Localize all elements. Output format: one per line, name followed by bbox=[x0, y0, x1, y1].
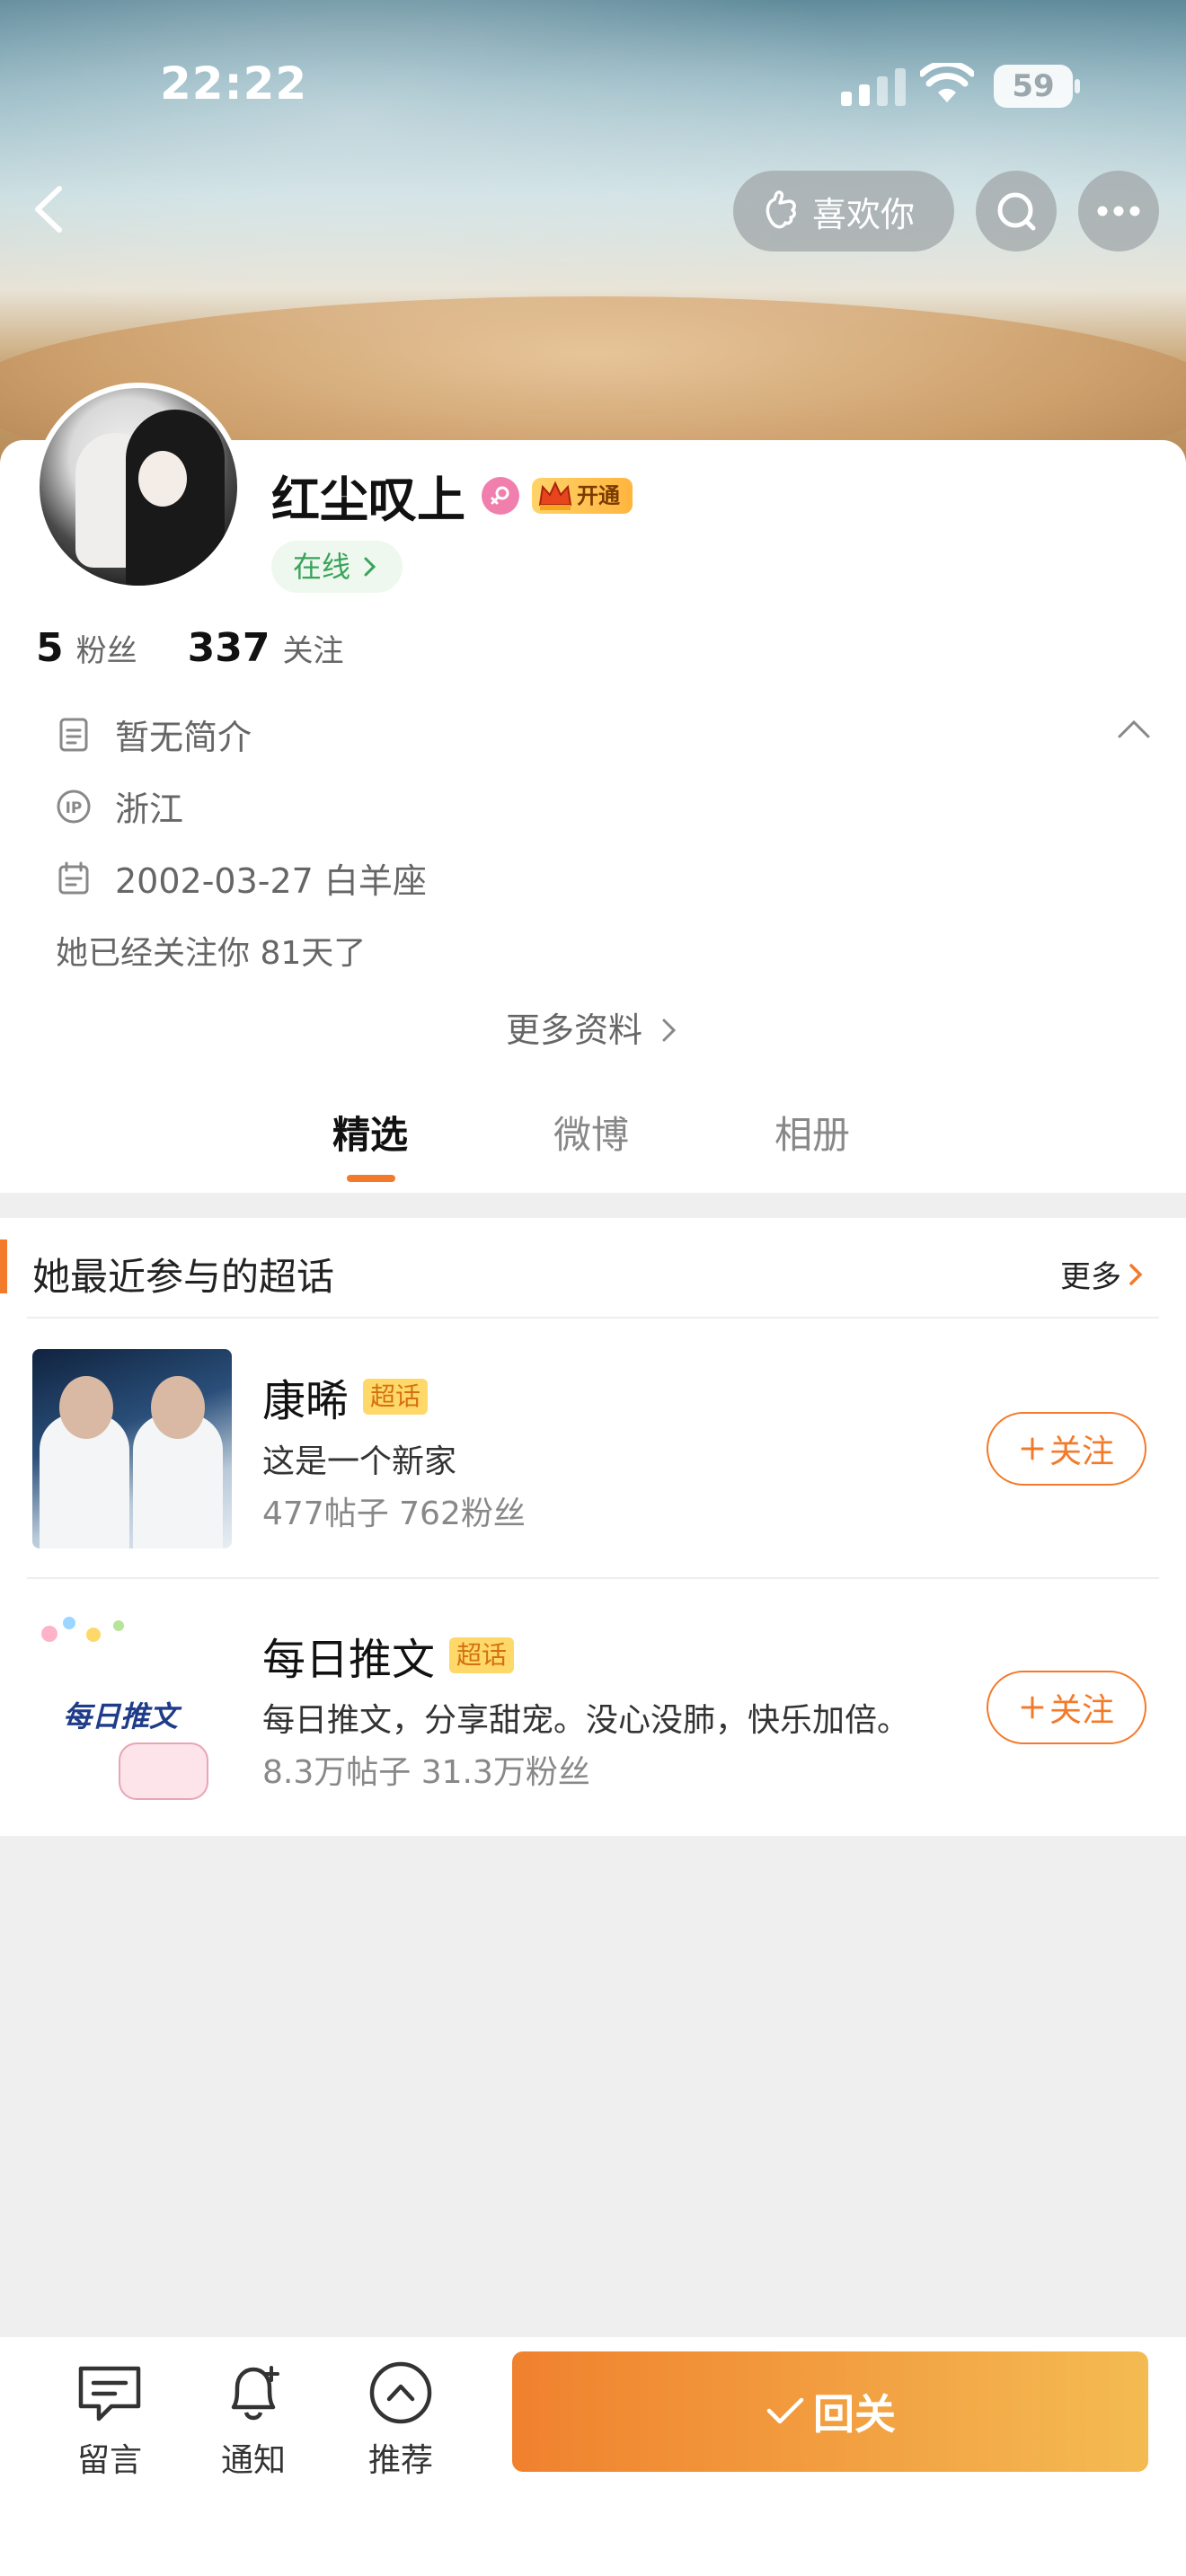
status-bar: 22:22 59 bbox=[0, 0, 1186, 171]
birthday-row: 2002-03-27 白羊座 bbox=[56, 853, 427, 903]
thumb-decoration bbox=[86, 1628, 101, 1642]
recommend-label: 推荐 bbox=[367, 2442, 433, 2479]
document-icon bbox=[59, 718, 88, 751]
chevron-right-icon bbox=[1129, 1263, 1143, 1285]
tab-featured[interactable]: 精选 bbox=[332, 1105, 408, 1160]
topic-name: 康晞 bbox=[262, 1376, 350, 1426]
more-options-button[interactable] bbox=[1078, 171, 1159, 251]
ip-location-text: 浙江 bbox=[115, 790, 184, 829]
follow-back-label: 回关 bbox=[813, 2390, 896, 2439]
thumb-decoration bbox=[41, 1626, 58, 1642]
bio-text: 暂无简介 bbox=[115, 718, 252, 757]
chevron-right-icon bbox=[364, 557, 376, 577]
bio-row: 暂无简介 bbox=[56, 710, 252, 759]
bottom-action-bar: 留言 通知 推荐 回关 bbox=[0, 2337, 1186, 2576]
bell-plus-icon bbox=[231, 2366, 279, 2421]
topic-description: 每日推文，分享甜宠。没心没肺，快乐加倍。 bbox=[262, 1702, 910, 1739]
message-button[interactable]: 留言 bbox=[56, 2359, 164, 2481]
follow-back-button[interactable]: 回关 bbox=[512, 2351, 1148, 2472]
search-button[interactable] bbox=[976, 171, 1057, 251]
back-arrow-icon[interactable] bbox=[20, 178, 83, 241]
thumb-title-text: 每日推文 bbox=[63, 1699, 179, 1734]
online-label: 在线 bbox=[293, 550, 351, 584]
topic-stats: 477帖子 762粉丝 bbox=[262, 1495, 526, 1532]
checkmark-icon bbox=[766, 2397, 804, 2424]
follow-days-text: 她已经关注你 81天了 bbox=[56, 935, 367, 972]
super-topics-section: 她最近参与的超话 更多 康晞 超话 这是一个新家 477帖子 762粉丝 关注 … bbox=[0, 1218, 1186, 1836]
plus-icon bbox=[1021, 1696, 1044, 1719]
follow-topic-button[interactable]: 关注 bbox=[987, 1412, 1146, 1486]
thumb-decoration bbox=[63, 1617, 75, 1629]
ellipsis-icon bbox=[1097, 206, 1140, 216]
notify-button[interactable]: 通知 bbox=[199, 2359, 307, 2481]
ip-location-icon: IP bbox=[57, 790, 91, 823]
topic-name: 每日推文 bbox=[262, 1635, 436, 1685]
cellular-signal-icon bbox=[841, 68, 906, 106]
thumb-cat-illustration bbox=[119, 1742, 208, 1800]
plus-icon bbox=[1021, 1437, 1044, 1460]
search-icon bbox=[997, 192, 1036, 231]
profile-tabs: 精选 微博 相册 bbox=[0, 1105, 1186, 1191]
vip-open-badge[interactable]: 开通 bbox=[532, 477, 633, 514]
like-you-button[interactable]: 喜欢你 bbox=[733, 171, 954, 251]
female-icon bbox=[482, 476, 519, 515]
super-topics-header: 她最近参与的超话 更多 bbox=[0, 1218, 1186, 1317]
tab-indicator bbox=[347, 1175, 395, 1182]
hand-heart-icon bbox=[766, 190, 796, 229]
chevron-up-icon[interactable] bbox=[1114, 715, 1154, 742]
battery-tip bbox=[1075, 79, 1080, 93]
thumb-head bbox=[59, 1376, 113, 1439]
thumb-decoration bbox=[113, 1620, 124, 1631]
super-topics-title: 她最近参与的超话 bbox=[32, 1255, 335, 1299]
topic-thumbnail bbox=[32, 1349, 232, 1548]
avatar-face bbox=[138, 451, 187, 507]
follow-label: 关注 bbox=[1049, 1692, 1114, 1729]
wifi-icon bbox=[920, 63, 974, 102]
chevron-right-icon bbox=[662, 1019, 677, 1042]
topic-thumbnail: 每日推文 bbox=[32, 1608, 232, 1807]
list-item[interactable]: 康晞 超话 这是一个新家 477帖子 762粉丝 关注 bbox=[0, 1319, 1186, 1577]
more-info-link[interactable]: 更多资料 bbox=[0, 1002, 1186, 1052]
username: 红尘叹上 bbox=[271, 472, 465, 528]
super-topic-tag: 超话 bbox=[363, 1379, 429, 1415]
like-you-label: 喜欢你 bbox=[812, 194, 916, 234]
topic-name-row: 每日推文 超话 bbox=[262, 1624, 515, 1687]
following-label[interactable]: 关注 bbox=[282, 626, 343, 670]
section-accent-bar bbox=[0, 1239, 7, 1293]
calendar-icon bbox=[58, 861, 89, 894]
message-icon bbox=[78, 2366, 141, 2422]
more-info-label: 更多资料 bbox=[505, 1010, 642, 1050]
follow-counts: 5 粉丝 337 关注 bbox=[36, 625, 394, 671]
vip-open-label: 开通 bbox=[577, 482, 620, 508]
online-status-pill[interactable]: 在线 bbox=[271, 541, 403, 593]
recommend-button[interactable]: 推荐 bbox=[347, 2359, 455, 2481]
topic-stats: 8.3万帖子 31.3万粉丝 bbox=[262, 1754, 590, 1791]
fans-count[interactable]: 5 bbox=[36, 625, 64, 671]
follow-topic-button[interactable]: 关注 bbox=[987, 1671, 1146, 1744]
following-count[interactable]: 337 bbox=[188, 625, 270, 671]
birthday-text: 2002-03-27 白羊座 bbox=[115, 861, 427, 901]
svg-text:IP: IP bbox=[66, 799, 83, 817]
notify-label: 通知 bbox=[220, 2442, 286, 2479]
super-topic-tag: 超话 bbox=[449, 1637, 515, 1673]
message-label: 留言 bbox=[76, 2442, 142, 2479]
avatar[interactable] bbox=[34, 383, 243, 591]
thumb-head bbox=[151, 1376, 205, 1439]
list-item[interactable]: 每日推文 每日推文 超话 每日推文，分享甜宠。没心没肺，快乐加倍。 8.3万帖子… bbox=[0, 1577, 1186, 1836]
topic-name-row: 康晞 超话 bbox=[262, 1365, 429, 1428]
crown-icon bbox=[538, 481, 572, 510]
super-topics-more-link[interactable]: 更多 bbox=[1060, 1252, 1146, 1296]
status-time: 22:22 bbox=[160, 57, 308, 110]
follow-label: 关注 bbox=[1049, 1434, 1114, 1470]
chevron-up-circle-icon bbox=[369, 2361, 432, 2424]
ip-location-row: IP 浙江 bbox=[56, 781, 183, 831]
battery-indicator: 59 bbox=[994, 65, 1073, 108]
name-row: 红尘叹上 开通 bbox=[271, 460, 633, 531]
topic-description: 这是一个新家 bbox=[262, 1443, 457, 1480]
fans-label[interactable]: 粉丝 bbox=[76, 626, 137, 670]
tab-album[interactable]: 相册 bbox=[774, 1105, 850, 1160]
more-label: 更多 bbox=[1060, 1259, 1121, 1295]
tab-weibo[interactable]: 微博 bbox=[553, 1105, 629, 1160]
